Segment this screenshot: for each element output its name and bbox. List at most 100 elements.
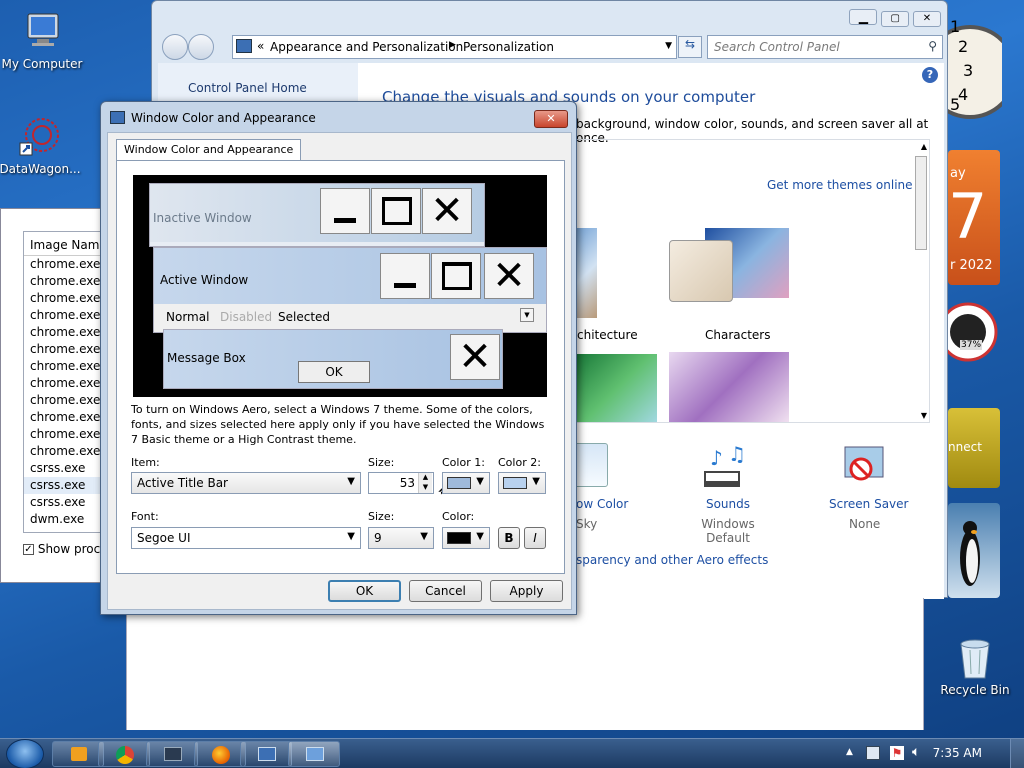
taskbar-personalization-button[interactable] [288, 741, 340, 767]
preview-close-button: ✕ [422, 188, 472, 234]
taskbar-firefox-button[interactable] [194, 741, 246, 767]
taskbar-control-panel-button[interactable] [240, 741, 292, 767]
help-icon[interactable]: ? [922, 67, 938, 83]
show-hidden-icons-icon[interactable]: ▲ [846, 747, 853, 757]
desktop-icon-label: Recycle Bin [940, 683, 1010, 697]
apply-button[interactable]: Apply [490, 580, 563, 602]
font-size-select[interactable]: 9 ▼ [368, 527, 434, 549]
font-color-picker[interactable]: ▼ [442, 527, 490, 549]
theme-characters[interactable] [669, 220, 793, 320]
font-select[interactable]: Segoe UI ▼ [131, 527, 361, 549]
clock-gadget-face: 2 3 4 5 1 [923, 17, 1017, 119]
scroll-down-icon[interactable]: ▼ [921, 411, 927, 420]
window-color-item[interactable]: ow Color Sky [572, 439, 666, 535]
clock-gadget[interactable]: 2 3 4 5 1 [923, 10, 1017, 120]
cancel-button[interactable]: Cancel [409, 580, 482, 602]
theme-label: Characters [705, 328, 771, 342]
color1-picker[interactable]: ▼ [442, 472, 490, 494]
connect-gadget[interactable]: nnect [948, 408, 1000, 488]
bold-toggle[interactable]: B [498, 527, 520, 549]
address-dropdown-icon[interactable]: ▼ [665, 41, 672, 51]
control-panel-home-link[interactable]: Control Panel Home [188, 81, 307, 95]
desktop-icon-my-computer[interactable]: My Computer [0, 10, 84, 71]
minimize-button[interactable]: ▁ [849, 9, 878, 25]
preview-scroll-down-icon: ▼ [520, 308, 534, 322]
minimize-glyph [394, 283, 416, 288]
preview-menu-disabled: Disabled [220, 310, 273, 324]
color1-swatch [447, 477, 471, 489]
task-manager-icon [164, 747, 182, 761]
tab-window-color-appearance[interactable]: Window Color and Appearance [116, 139, 302, 161]
show-processes-checkbox[interactable]: ✓ [23, 544, 34, 555]
svg-text:♫: ♫ [728, 443, 746, 466]
sounds-icon: ♪ ♫ [704, 443, 746, 487]
taskbar: ▲ ⚑ 🔈︎ 7:35 AM [0, 738, 1024, 768]
stepper-up-icon[interactable]: ▲ [418, 473, 432, 483]
aero-effects-link[interactable]: sparency and other Aero effects [576, 553, 768, 567]
cpu-percent: 37% [960, 340, 983, 350]
preview-message-close-button: ✕ [450, 334, 500, 380]
screen-saver-item[interactable]: Screen Saver None [813, 439, 913, 535]
breadcrumb-current[interactable]: Personalization [463, 40, 554, 54]
refresh-button[interactable]: ⇆ [678, 36, 702, 58]
item-select[interactable]: Active Title Bar ▼ [131, 472, 361, 494]
action-center-icon[interactable]: ⚑ [890, 746, 904, 760]
sounds-item[interactable]: ♪ ♫ Sounds Windows Default [678, 439, 778, 545]
network-icon[interactable] [866, 746, 880, 760]
taskbar-clock[interactable]: 7:35 AM [933, 746, 982, 760]
font-label: Font: [131, 510, 159, 523]
stepper-down-icon[interactable]: ▼ [418, 483, 432, 493]
get-more-themes-link[interactable]: Get more themes online [767, 178, 913, 192]
search-icon: ⚲ [928, 39, 937, 53]
ok-button[interactable]: OK [328, 580, 401, 602]
screen-saver-label: Screen Saver [829, 497, 909, 511]
svg-text:1: 1 [950, 17, 960, 36]
desktop-icon-recycle-bin[interactable]: Recycle Bin [933, 636, 1017, 697]
forward-button[interactable] [188, 34, 214, 60]
window-controls: ▁ ▢ ✕ [849, 9, 941, 27]
taskbar-media-player-button[interactable] [52, 741, 104, 767]
chevron-down-icon: ▼ [420, 531, 428, 542]
theme-label: chitecture [577, 328, 638, 342]
start-button[interactable] [6, 739, 44, 768]
maximize-button[interactable]: ▢ [881, 11, 910, 27]
maximize-glyph [442, 262, 472, 290]
dialog-close-button[interactable]: ✕ [534, 110, 568, 128]
slideshow-gadget[interactable] [948, 503, 1000, 598]
taskbar-chrome-button[interactable] [98, 741, 150, 767]
size-stepper-value: 53 [399, 476, 415, 490]
close-button[interactable]: ✕ [913, 11, 941, 27]
breadcrumb-root[interactable]: Appearance and Personalization [270, 40, 463, 54]
color2-picker[interactable]: ▼ [498, 472, 546, 494]
italic-toggle[interactable]: I [524, 527, 546, 549]
chevron-down-icon: ▼ [347, 476, 355, 487]
scroll-up-icon[interactable]: ▲ [921, 142, 927, 151]
show-desktop-button[interactable] [1010, 739, 1024, 768]
breadcrumb-arrow-icon: ▶ [449, 40, 456, 50]
connect-label: nnect [948, 440, 982, 454]
theme-architecture[interactable] [577, 228, 657, 318]
preview-message-box: Message Box ✕ OK [163, 329, 503, 389]
window-color-value: Sky [576, 517, 598, 531]
cpu-meter-gadget[interactable]: 37% [938, 300, 998, 362]
desktop-icon-datawagon[interactable]: DataWagon... [0, 115, 82, 176]
item-select-value: Active Title Bar [137, 476, 228, 490]
font-color-swatch [447, 532, 471, 544]
preview-active-maximize-button [431, 253, 481, 299]
svg-text:2: 2 [958, 37, 968, 56]
size-stepper[interactable]: 53 ▲ ▼ [368, 472, 434, 494]
scrollbar-thumb[interactable] [915, 156, 927, 250]
address-bar[interactable]: « Appearance and Personalization ▶ Perso… [232, 35, 677, 59]
preview-ok-button: OK [298, 361, 370, 383]
preview-active-close-button: ✕ [484, 253, 534, 299]
control-panel-icon [258, 747, 276, 761]
search-input[interactable]: Search Control Panel ⚲ [707, 35, 943, 59]
screen-saver-icon [844, 446, 884, 481]
breadcrumb-separator-icon: « [257, 39, 265, 53]
volume-icon[interactable]: 🔈︎ [912, 744, 920, 760]
calendar-gadget[interactable]: ay 7 r 2022 [948, 150, 1000, 285]
screen-saver-value: None [849, 517, 881, 531]
taskbar-task-manager-button[interactable] [146, 741, 198, 767]
back-button[interactable] [162, 34, 188, 60]
window-color-appearance-dialog: Window Color and Appearance ✕ Window Col… [100, 101, 577, 615]
